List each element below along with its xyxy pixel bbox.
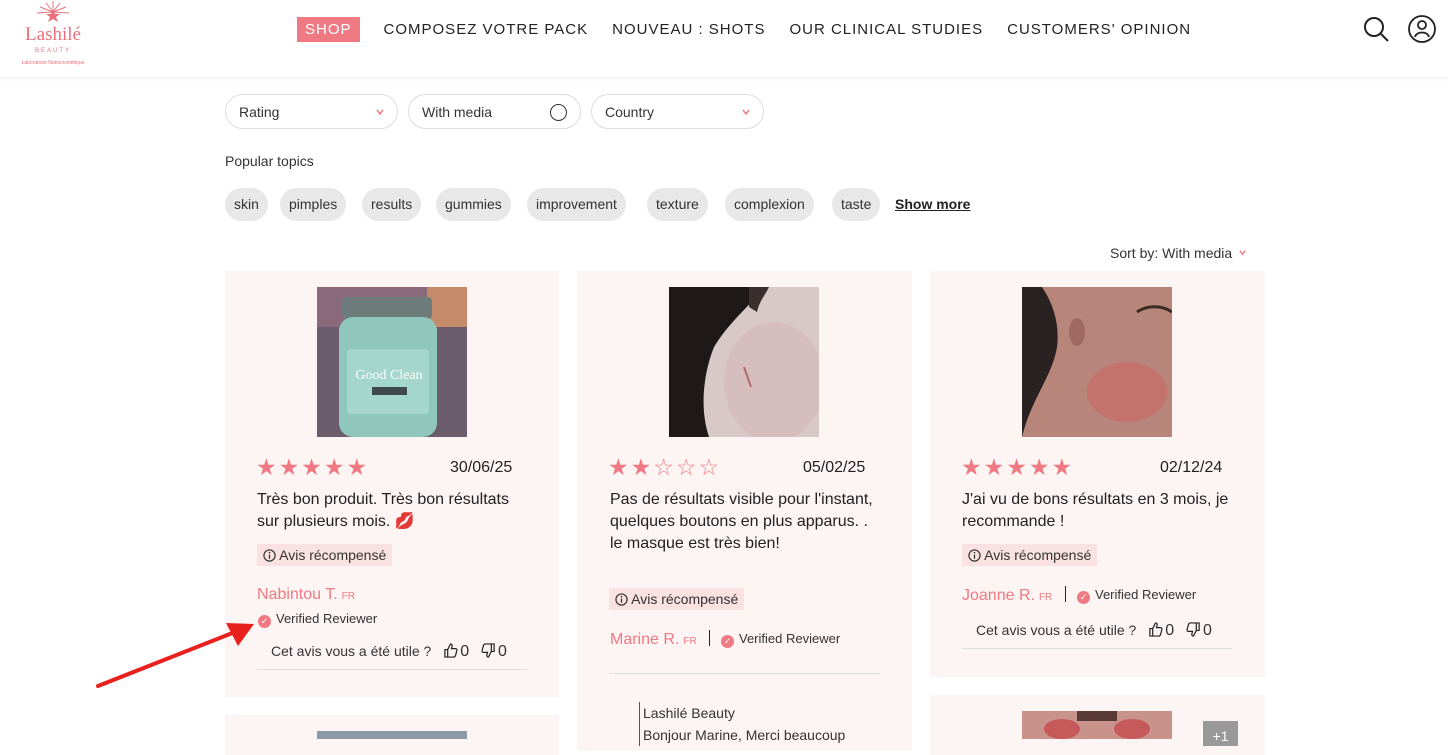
author-country: FR bbox=[683, 636, 697, 647]
chevron-down-icon bbox=[1239, 250, 1246, 256]
verified-label: Verified Reviewer bbox=[1095, 587, 1197, 602]
star-rating: ★★☆☆☆ bbox=[608, 454, 722, 480]
reward-badge-label: Avis récompensé bbox=[984, 547, 1092, 563]
author-name: Joanne R. bbox=[962, 587, 1035, 604]
topic-chip-texture[interactable]: texture bbox=[647, 188, 708, 221]
author-country: FR bbox=[341, 591, 355, 602]
helpful-up-count: 0 bbox=[1165, 622, 1175, 639]
review-photo[interactable] bbox=[1022, 287, 1172, 437]
sort-by-label: Sort by: bbox=[1110, 245, 1159, 261]
review-date: 02/12/24 bbox=[1160, 459, 1223, 476]
info-icon bbox=[615, 593, 628, 606]
info-icon bbox=[968, 549, 981, 562]
author-name: Marine R. bbox=[610, 631, 680, 648]
nav-item-clinical-studies[interactable]: OUR CLINICAL STUDIES bbox=[789, 21, 983, 38]
check-circle-icon: ✓ bbox=[721, 635, 734, 648]
reward-badge-label: Avis récompensé bbox=[631, 591, 739, 607]
user-icon[interactable] bbox=[1407, 14, 1437, 44]
check-circle-icon: ✓ bbox=[1077, 591, 1090, 604]
verified-label: Verified Reviewer bbox=[739, 631, 841, 646]
rating-filter-label: Rating bbox=[239, 104, 280, 120]
info-icon bbox=[263, 549, 276, 562]
country-filter-label: Country bbox=[605, 104, 655, 120]
author-name: Nabintou T. bbox=[257, 586, 338, 603]
helpful-question: Cet avis vous a été utile ? bbox=[976, 622, 1137, 638]
reply-text: Bonjour Marine, Merci beaucoup bbox=[643, 727, 846, 743]
author-country: FR bbox=[1038, 592, 1053, 603]
helpful-row: Cet avis vous a été utile ? 0 0 bbox=[962, 622, 1232, 649]
reward-badge: Avis récompensé bbox=[962, 544, 1098, 566]
divider bbox=[709, 630, 711, 646]
review-author[interactable]: Marine R. FR bbox=[610, 630, 718, 649]
sort-by-value: With media bbox=[1162, 245, 1233, 261]
nav-item-shop[interactable]: SHOP bbox=[297, 16, 360, 42]
brand-sub: BEAUTY bbox=[34, 48, 71, 54]
with-media-label: With media bbox=[422, 104, 493, 120]
more-media-badge[interactable]: +1 bbox=[1203, 721, 1238, 746]
svg-text:Good Clean: Good Clean bbox=[355, 368, 422, 383]
topic-chip-skin[interactable]: skin bbox=[225, 188, 268, 221]
thumbs-up-icon[interactable] bbox=[443, 643, 458, 658]
verified-reviewer: ✓ Verified Reviewer bbox=[1077, 587, 1196, 604]
thumbs-down-icon[interactable] bbox=[1186, 622, 1201, 637]
nav-item-shots[interactable]: NOUVEAU : SHOTS bbox=[612, 21, 765, 38]
brand-reply: Lashilé Beauty Bonjour Marine, Merci bea… bbox=[639, 702, 879, 746]
verified-label: Verified Reviewer bbox=[276, 611, 378, 626]
verified-reviewer: ✓ Verified Reviewer bbox=[721, 631, 840, 648]
helpful-up-count: 0 bbox=[460, 643, 470, 660]
star-rating: ★★★★★ bbox=[256, 454, 370, 480]
topic-chip-taste[interactable]: taste bbox=[832, 188, 881, 221]
site-header: Lashilé BEAUTY Laboratoire Nutricosmétiq… bbox=[0, 0, 1448, 77]
divider bbox=[1064, 586, 1066, 602]
helpful-question: Cet avis vous a été utile ? bbox=[271, 643, 432, 659]
review-photo[interactable] bbox=[317, 731, 467, 739]
reward-badge: Avis récompensé bbox=[257, 544, 393, 566]
arrow-annotation bbox=[96, 623, 254, 688]
rating-filter[interactable]: Rating bbox=[225, 94, 398, 129]
sort-by-dropdown[interactable]: Sort by: With media bbox=[1110, 245, 1247, 261]
divider bbox=[609, 673, 880, 674]
chevron-down-icon bbox=[376, 109, 384, 116]
logo-sunburst-icon bbox=[36, 1, 70, 22]
brand-tagline: Laboratoire Nutricosmétique bbox=[21, 60, 85, 66]
nav-item-composez-pack[interactable]: COMPOSEZ VOTRE PACK bbox=[384, 21, 589, 38]
review-photo[interactable] bbox=[1022, 711, 1172, 739]
thumbs-down-icon[interactable] bbox=[481, 643, 496, 658]
review-date: 05/02/25 bbox=[803, 459, 866, 476]
thumbs-up-icon[interactable] bbox=[1148, 622, 1163, 637]
review-author[interactable]: Joanne R. FR bbox=[962, 586, 1074, 605]
review-text: Pas de résultats visible pour l'instant,… bbox=[610, 491, 873, 552]
review-text: J'ai vu de bons résultats en 3 mois, je … bbox=[962, 491, 1229, 530]
topic-chip-gummies[interactable]: gummies bbox=[436, 188, 511, 221]
review-photo[interactable]: Good Clean bbox=[317, 287, 467, 437]
reward-badge-label: Avis récompensé bbox=[279, 547, 387, 563]
topic-chip-results[interactable]: results bbox=[362, 188, 422, 221]
verified-reviewer: ✓ Verified Reviewer bbox=[258, 611, 377, 628]
with-media-filter[interactable]: With media bbox=[408, 94, 581, 129]
nav-item-customers-opinion[interactable]: CUSTOMERS' OPINION bbox=[1007, 21, 1191, 38]
review-text: Très bon produit. Très bon résultats sur… bbox=[257, 491, 509, 530]
reply-author: Lashilé Beauty bbox=[643, 705, 735, 721]
search-icon[interactable] bbox=[1361, 14, 1391, 44]
topic-chip-pimples[interactable]: pimples bbox=[280, 188, 347, 221]
review-author[interactable]: Nabintou T. FR bbox=[257, 586, 355, 604]
chevron-down-icon bbox=[742, 109, 750, 116]
helpful-row: Cet avis vous a été utile ? 0 0 bbox=[257, 643, 527, 670]
brand-name: Lashilé bbox=[25, 24, 81, 45]
star-rating: ★★★★★ bbox=[961, 454, 1075, 480]
with-media-radio[interactable] bbox=[550, 104, 567, 121]
topic-chip-complexion[interactable]: complexion bbox=[725, 188, 814, 221]
review-date: 30/06/25 bbox=[450, 459, 513, 476]
review-photo[interactable] bbox=[669, 287, 819, 437]
topic-chip-improvement[interactable]: improvement bbox=[527, 188, 626, 221]
reward-badge: Avis récompensé bbox=[609, 588, 745, 610]
helpful-down-count: 0 bbox=[498, 643, 507, 660]
country-filter[interactable]: Country bbox=[591, 94, 764, 129]
popular-topics-title: Popular topics bbox=[225, 153, 314, 169]
helpful-down-count: 0 bbox=[1203, 622, 1212, 639]
brand-logo[interactable]: Lashilé BEAUTY Laboratoire Nutricosmétiq… bbox=[14, 0, 92, 70]
show-more-topics-link[interactable]: Show more bbox=[895, 196, 970, 212]
main-nav: SHOP COMPOSEZ VOTRE PACK NOUVEAU : SHOTS… bbox=[297, 16, 1215, 42]
